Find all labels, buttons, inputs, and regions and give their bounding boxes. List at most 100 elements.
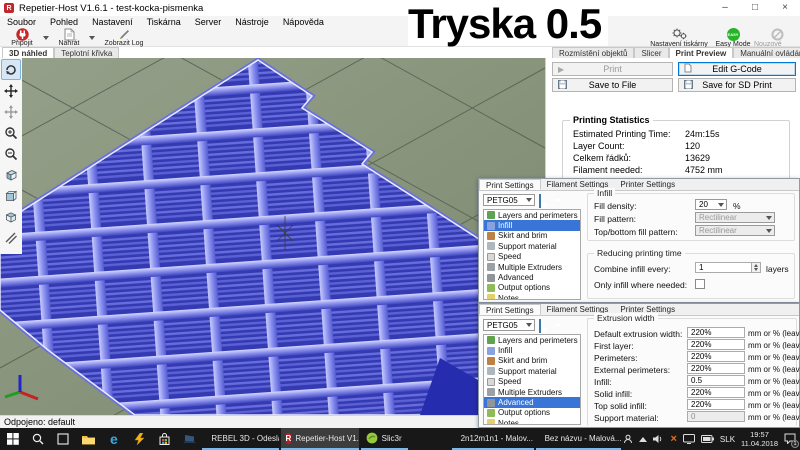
network-display-icon[interactable] <box>683 434 695 444</box>
category-notes[interactable]: Notes <box>484 293 580 300</box>
tab-print-preview[interactable]: Print Preview <box>669 47 734 58</box>
category-advanced[interactable]: Advanced <box>484 397 580 407</box>
category-skirt-brim[interactable]: Skirt and brim <box>484 231 580 241</box>
search-icon[interactable] <box>25 428 50 450</box>
category-advanced[interactable]: Advanced <box>484 272 580 282</box>
category-layers-perimeters[interactable]: Layers and perimeters <box>484 335 580 345</box>
save-preset-icon[interactable] <box>539 195 541 207</box>
isometric-view-icon[interactable] <box>1 164 21 185</box>
connect-dropdown-arrow[interactable] <box>43 36 49 40</box>
store-icon[interactable] <box>152 428 177 450</box>
3d-viewport[interactable] <box>0 58 545 415</box>
volume-icon[interactable] <box>653 434 664 444</box>
only-infill-checkbox[interactable] <box>695 279 705 289</box>
battery-icon[interactable] <box>701 435 714 443</box>
category-support-material[interactable]: Support material <box>484 366 580 376</box>
support-material-width-input[interactable]: 0 <box>687 411 745 422</box>
perimeters-width-input[interactable]: 220% <box>687 351 745 362</box>
default-extrusion-width-input[interactable]: 220% <box>687 327 745 338</box>
close-button[interactable]: × <box>770 0 800 16</box>
top-bottom-pattern-select[interactable]: Rectilinear <box>695 225 775 236</box>
category-speed[interactable]: Speed <box>484 377 580 387</box>
top-view-icon[interactable] <box>1 206 21 227</box>
tab-print-settings[interactable]: Print Settings <box>479 179 541 190</box>
print-button[interactable]: ▶ Print <box>552 62 673 76</box>
easy-mode-button[interactable]: EASY Easy Mode <box>712 28 754 48</box>
combine-infill-spinner[interactable]: 1 <box>695 262 761 273</box>
rotate-view-icon[interactable] <box>1 59 21 80</box>
save-preset-icon[interactable] <box>539 320 541 332</box>
category-infill[interactable]: Infill <box>484 220 580 230</box>
fill-pattern-select[interactable]: Rectilinear <box>695 212 775 223</box>
category-layers-perimeters[interactable]: Layers and perimeters <box>484 210 580 220</box>
menu-nastaveni[interactable]: Nastavení <box>85 17 140 27</box>
menu-pohled[interactable]: Pohled <box>43 17 85 27</box>
menu-server[interactable]: Server <box>188 17 229 27</box>
preset-select[interactable]: PETG05 <box>483 319 535 331</box>
zoom-in-icon[interactable] <box>1 122 21 143</box>
taskbar-item-paint-1[interactable]: 2n12m1n1 - Malov... <box>452 428 534 450</box>
people-icon[interactable] <box>623 434 633 444</box>
slic3r-window-advanced: Print Settings Filament Settings Printer… <box>478 303 800 428</box>
printer-settings-button[interactable]: Nastavení tiskárny <box>648 28 710 48</box>
taskbar-item-paint-2[interactable]: Bez názvu - Malová... <box>536 428 622 450</box>
tab-printer-settings[interactable]: Printer Settings <box>614 179 681 190</box>
tab-print-settings[interactable]: Print Settings <box>479 304 541 315</box>
maximize-button[interactable]: □ <box>740 0 770 16</box>
category-output-options[interactable]: Output options <box>484 283 580 293</box>
move-object-icon[interactable] <box>1 80 21 101</box>
task-view-icon[interactable] <box>51 428 76 450</box>
category-notes[interactable]: Notes <box>484 418 580 425</box>
move-viewpoint-icon[interactable] <box>1 101 21 122</box>
edge-icon[interactable]: e <box>101 428 126 450</box>
load-dropdown-arrow[interactable] <box>89 36 95 40</box>
save-for-sd-button[interactable]: Save for SD Print <box>678 78 796 92</box>
tab-temperature-curve[interactable]: Teplotní křivka <box>54 47 119 58</box>
top-solid-infill-width-input[interactable]: 220% <box>687 399 745 410</box>
category-output-options[interactable]: Output options <box>484 408 580 418</box>
connect-button[interactable]: Připojit <box>4 28 40 47</box>
language-indicator[interactable]: SLK <box>720 435 735 444</box>
taskbar-item-rebel3d[interactable]: REBEL 3D - Odeslat... <box>202 428 278 450</box>
tab-manual-control[interactable]: Manuální ovládání <box>733 47 800 58</box>
category-multiple-extruders[interactable]: Multiple Extruders <box>484 387 580 397</box>
category-skirt-brim[interactable]: Skirt and brim <box>484 356 580 366</box>
category-support-material[interactable]: Support material <box>484 241 580 251</box>
menu-tiskarna[interactable]: Tiskárna <box>140 17 188 27</box>
load-button[interactable]: Nahrát <box>52 28 86 47</box>
menu-napoveda[interactable]: Nápověda <box>276 17 331 27</box>
tab-3d-view[interactable]: 3D náhled <box>2 47 54 58</box>
front-view-icon[interactable] <box>1 185 21 206</box>
file-explorer-icon[interactable] <box>76 428 101 450</box>
fit-view-icon[interactable] <box>1 227 21 248</box>
infill-width-input[interactable]: 0.5 <box>687 375 745 386</box>
edit-gcode-button[interactable]: Edit G-Code <box>678 62 796 76</box>
clock[interactable]: 19:57 11.04.2018 <box>741 430 778 449</box>
laptop-app-icon[interactable] <box>177 428 202 450</box>
taskbar-item-slic3r[interactable]: Slic3r <box>361 428 408 450</box>
save-to-file-button[interactable]: Save to File <box>552 78 673 92</box>
show-hidden-icons-chevron[interactable] <box>639 437 647 442</box>
menu-nastroje[interactable]: Nástroje <box>228 17 276 27</box>
show-log-button[interactable]: Zobrazit Log <box>98 28 150 47</box>
stat-label: Estimated Printing Time: <box>573 129 671 139</box>
action-center-icon[interactable]: 1 <box>784 433 796 446</box>
lightning-app-icon[interactable] <box>126 428 151 450</box>
start-button[interactable] <box>0 428 25 450</box>
category-multiple-extruders[interactable]: Multiple Extruders <box>484 262 580 272</box>
fill-density-select[interactable]: 20 <box>695 199 727 210</box>
tray-app-icon[interactable]: × <box>670 433 676 445</box>
taskbar-item-repetier-host[interactable]: R Repetier-Host V1.6... <box>281 428 359 450</box>
stat-label: Celkem řádků: <box>573 153 631 163</box>
category-infill[interactable]: Infill <box>484 345 580 355</box>
category-speed[interactable]: Speed <box>484 252 580 262</box>
first-layer-width-input[interactable]: 220% <box>687 339 745 350</box>
tab-slicer[interactable]: Slicer <box>634 47 668 58</box>
zoom-out-icon[interactable] <box>1 143 21 164</box>
preset-select[interactable]: PETG05 <box>483 194 535 206</box>
tab-object-placement[interactable]: Rozmístění objektů <box>552 47 634 58</box>
minimize-button[interactable]: – <box>710 0 740 16</box>
solid-infill-width-input[interactable]: 220% <box>687 387 745 398</box>
external-perimeters-width-input[interactable]: 220% <box>687 363 745 374</box>
menu-soubor[interactable]: Soubor <box>0 17 43 27</box>
